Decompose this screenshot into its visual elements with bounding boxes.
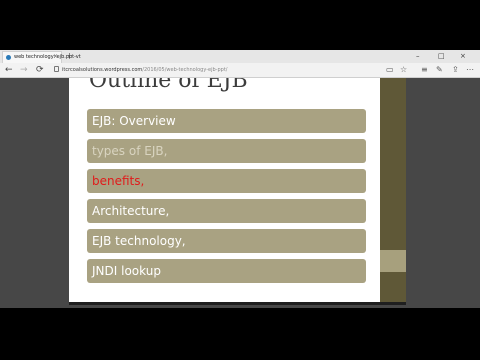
slide-title: Outline of EJB [89,78,248,93]
outline-item: benefits, [87,169,366,193]
share-icon[interactable]: ⇪ [452,65,459,75]
slide-area: Outline of EJB EJB: Overview types of EJ… [0,78,480,308]
slide-side-accent [380,250,406,272]
outline-item: JNDI lookup [87,259,366,283]
outline-item: types of EJB, [87,139,366,163]
maximize-icon[interactable]: □ [438,51,445,61]
tab-close-icon[interactable]: × [53,53,58,60]
url-text: itcrcoalsolutions.wordpress.com/2016/05/… [62,65,227,75]
wordpress-favicon-icon [6,55,11,60]
browser-toolbar: ← → ⟳ itcrcoalsolutions.wordpress.com/20… [0,63,480,78]
web-note-icon[interactable]: ✎ [436,65,443,75]
outline-item: EJB: Overview [87,109,366,133]
tab-bar: web technology: ejb.ppt-vt × + – □ × [0,50,480,63]
hub-icon[interactable]: ≡ [421,65,428,75]
url-path: /2016/05/web-technology-ejb-ppt/ [142,67,228,73]
more-icon[interactable]: ⋯ [466,65,474,75]
outline-item: EJB technology, [87,229,366,253]
refresh-icon[interactable]: ⟳ [36,64,44,76]
forward-icon[interactable]: → [20,64,28,76]
lock-icon [54,66,59,72]
slide: Outline of EJB EJB: Overview types of EJ… [69,78,380,302]
browser-tab[interactable]: web technology: ejb.ppt-vt × [2,51,81,63]
minimize-icon[interactable]: – [416,51,420,61]
back-icon[interactable]: ← [5,64,13,76]
favorite-star-icon[interactable]: ☆ [400,65,407,75]
slide-bottom-rule [69,302,406,305]
close-window-icon[interactable]: × [460,51,466,61]
url-host: itcrcoalsolutions.wordpress.com [62,67,143,73]
new-tab-icon[interactable]: + [66,51,73,61]
outline-item: Architecture, [87,199,366,223]
reading-view-icon[interactable]: ▭ [386,65,394,75]
address-bar[interactable]: itcrcoalsolutions.wordpress.com/2016/05/… [52,65,392,75]
